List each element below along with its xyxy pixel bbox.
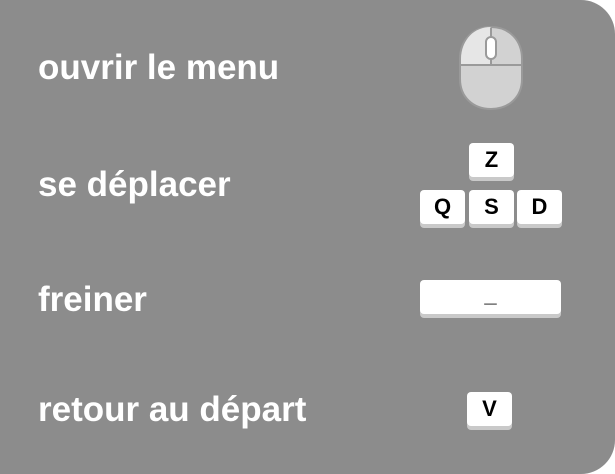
- reset-label: retour au départ: [38, 390, 307, 429]
- key-z: Z: [469, 143, 514, 177]
- move-label: se déplacer: [38, 165, 231, 204]
- brake-label: freiner: [38, 280, 147, 319]
- key-s: S: [469, 190, 514, 224]
- key-d: D: [517, 190, 562, 224]
- mouse-icon: [458, 25, 524, 111]
- open-menu-label: ouvrir le menu: [38, 48, 280, 87]
- key-v: V: [467, 392, 512, 426]
- controls-panel: ouvrir le menu se déplacer Z Q S D frein…: [0, 0, 615, 474]
- key-space: _: [420, 280, 561, 314]
- key-q: Q: [420, 190, 465, 224]
